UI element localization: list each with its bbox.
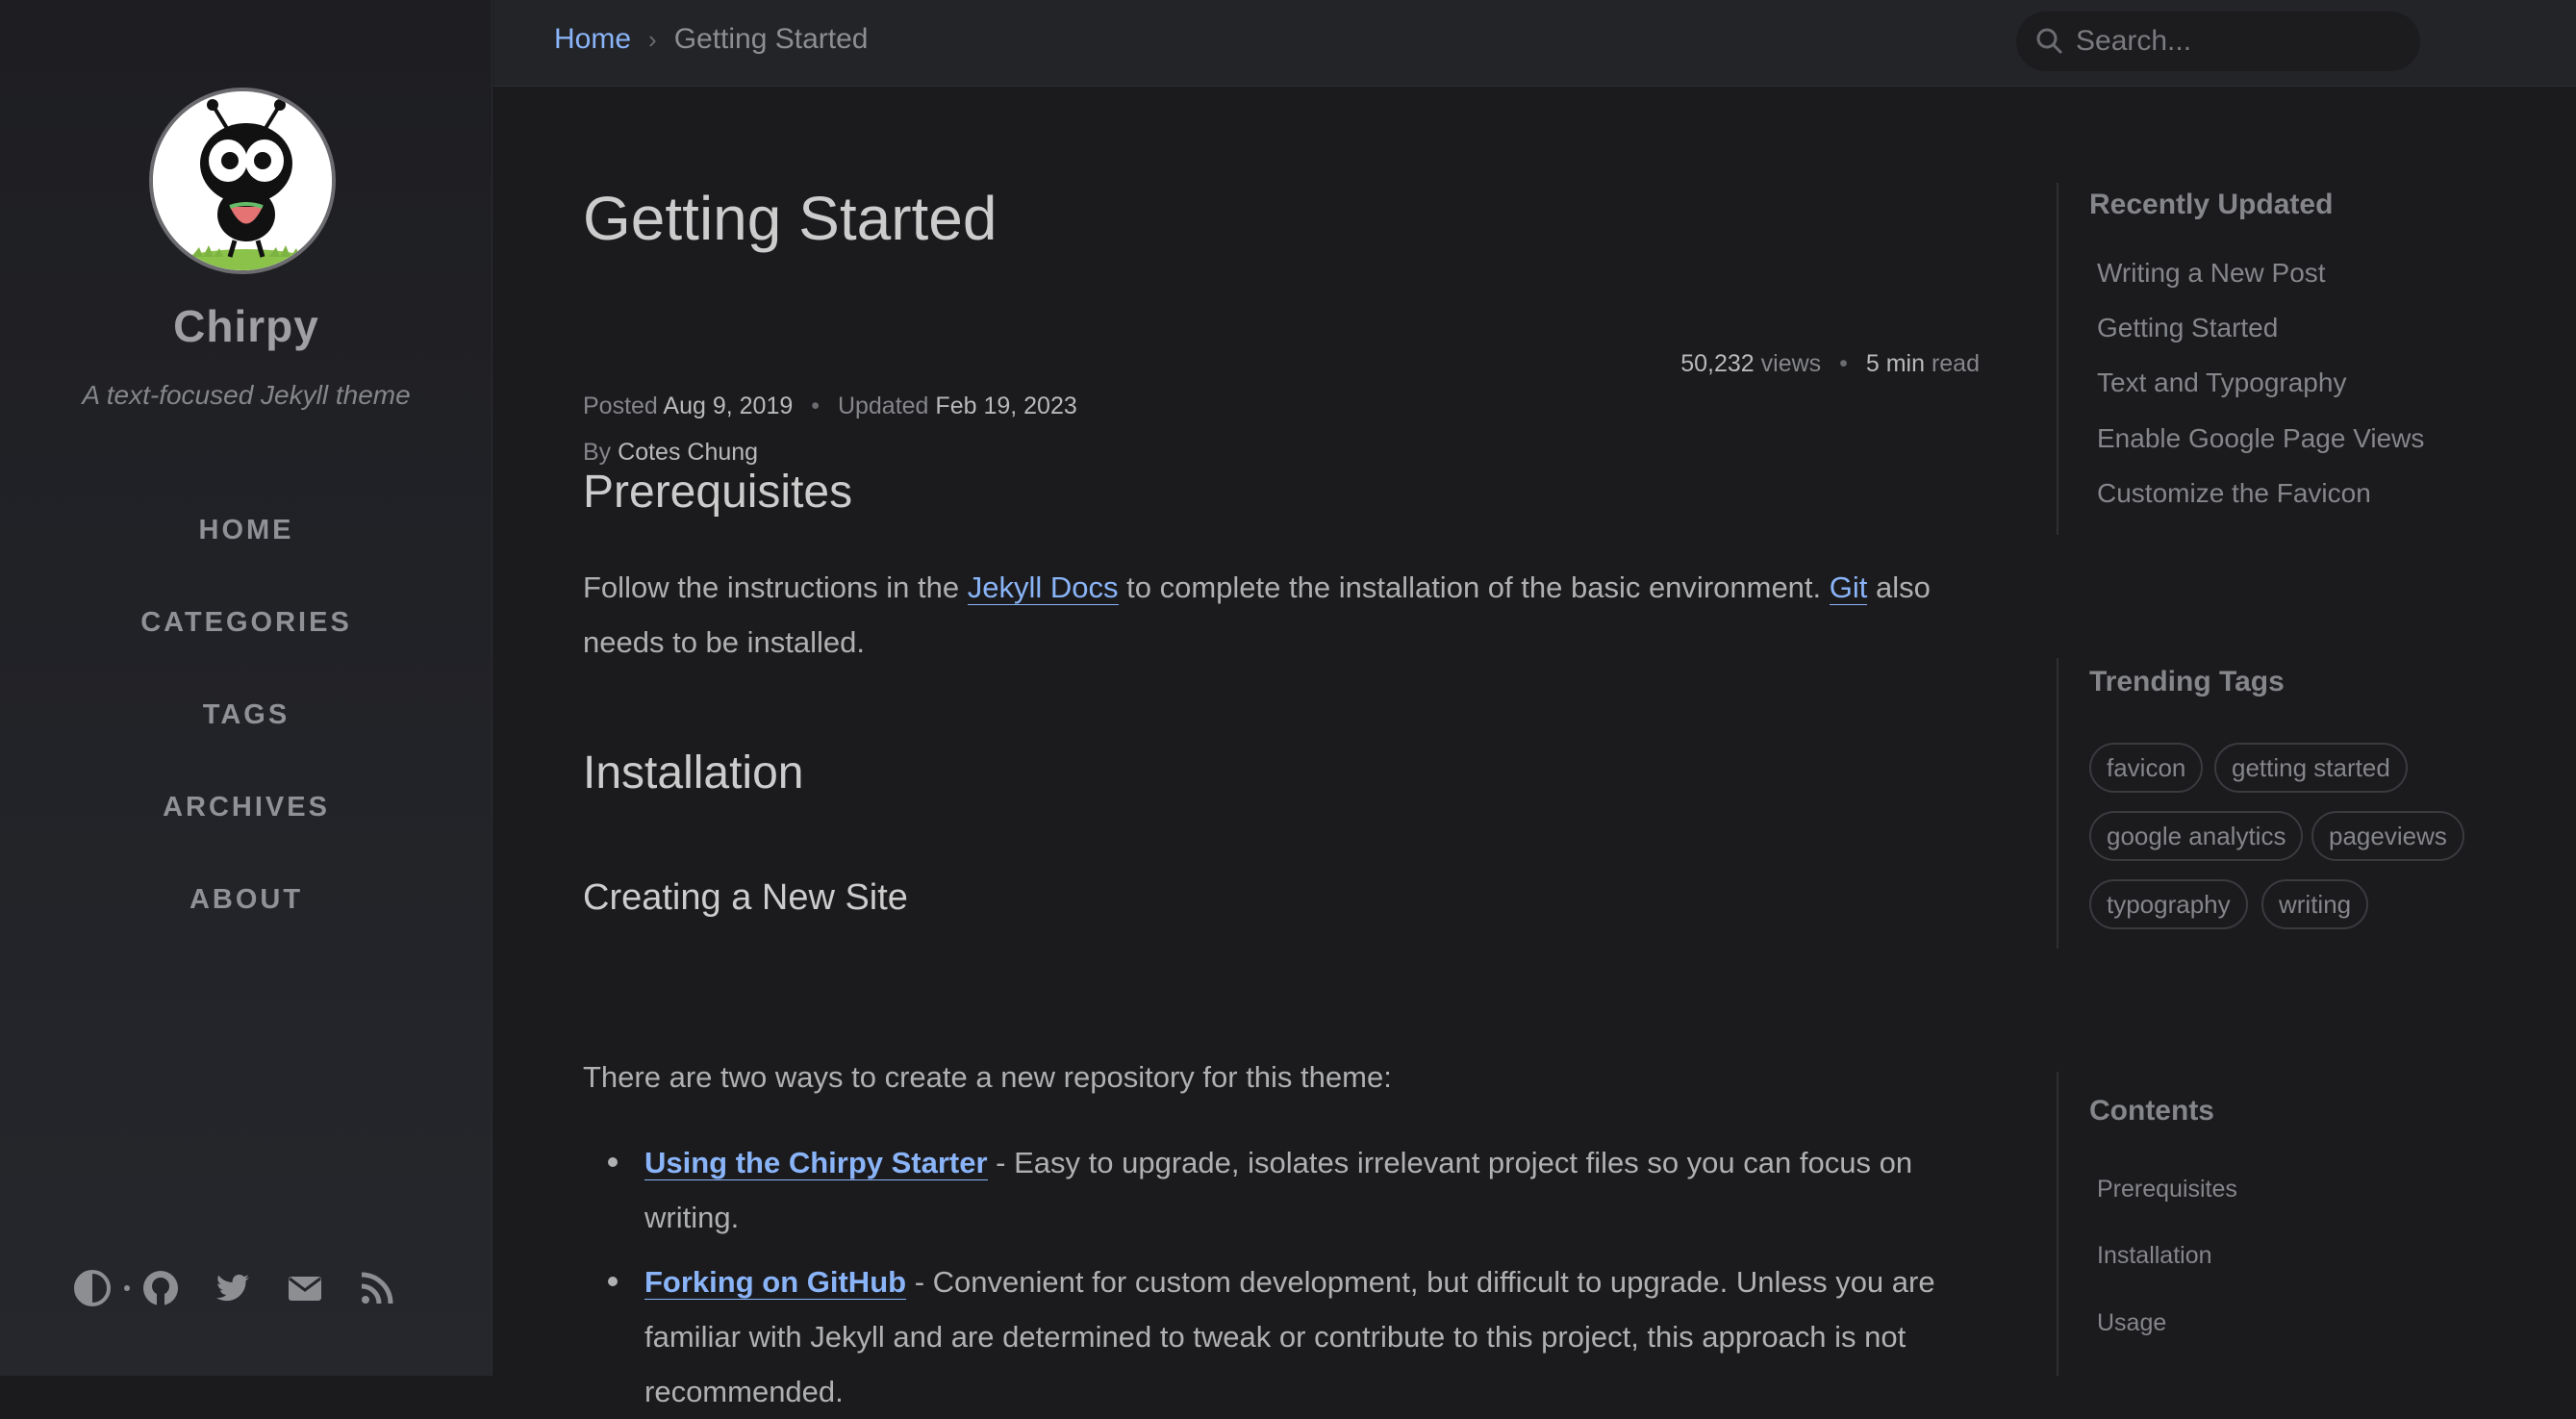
by-label: By — [583, 439, 612, 466]
trending-tags: Trending Tags favicon getting started go… — [2057, 658, 2464, 949]
tag-writing[interactable]: writing — [2261, 879, 2369, 929]
sidebar: Chirpy A text-focused Jekyll theme HOME … — [0, 0, 492, 1376]
views-label: views — [1760, 350, 1822, 377]
tag-favicon[interactable]: favicon — [2089, 743, 2204, 793]
jekyll-docs-link[interactable]: Jekyll Docs — [967, 570, 1119, 605]
twitter-icon[interactable] — [210, 1264, 257, 1312]
right-panel: Recently Updated Writing a New Post Gett… — [2057, 0, 2576, 1376]
git-link[interactable]: Git — [1829, 570, 1868, 605]
post-author: By Cotes Chung — [583, 439, 758, 467]
rss-icon[interactable] — [353, 1264, 400, 1312]
bullet — [608, 1157, 618, 1167]
site-subtitle: A text-focused Jekyll theme — [82, 380, 411, 410]
meta-separator: • — [811, 393, 820, 419]
sidebar-bottom-icons — [69, 1262, 425, 1314]
toc-item-installation[interactable]: Installation — [2097, 1242, 2212, 1270]
post-stats: 50,232 views • 5 min read — [1680, 350, 1980, 378]
list-item: Using the Chirpy Starter - Easy to upgra… — [608, 1135, 1980, 1245]
theme-toggle-icon[interactable] — [69, 1264, 116, 1312]
heading-installation: Installation — [583, 748, 804, 798]
table-of-contents: Contents Prerequisites Installation Usag… — [2057, 1072, 2237, 1376]
paragraph-text: Follow the instructions in the — [583, 570, 968, 604]
nav-item-home[interactable]: HOME — [0, 515, 492, 546]
recently-updated-heading: Recently Updated — [2089, 189, 2334, 220]
tag-getting-started[interactable]: getting started — [2214, 743, 2408, 793]
heading-creating-new-site: Creating a New Site — [583, 877, 908, 918]
updated-date: Feb 19, 2023 — [935, 393, 1077, 419]
author-name[interactable]: Cotes Chung — [618, 439, 758, 466]
heading-prerequisites: Prerequisites — [583, 467, 853, 518]
nav-item-archives[interactable]: ARCHIVES — [0, 792, 492, 824]
nav-item-about[interactable]: ABOUT — [0, 884, 492, 916]
github-icon[interactable] — [138, 1264, 185, 1312]
recent-post-link[interactable]: Enable Google Page Views — [2097, 423, 2424, 454]
list-item: Forking on GitHub - Convenient for custo… — [608, 1254, 1980, 1419]
meta-separator: • — [1839, 350, 1848, 377]
separator-dot — [123, 1285, 130, 1291]
chirpy-starter-link[interactable]: Using the Chirpy Starter — [644, 1146, 988, 1180]
recent-post-link[interactable]: Writing a New Post — [2097, 258, 2326, 289]
breadcrumb-home-link[interactable]: Home — [554, 23, 631, 56]
breadcrumb-separator: › — [648, 24, 657, 54]
updated-label: Updated — [837, 393, 929, 419]
nav-item-categories[interactable]: CATEGORIES — [0, 607, 492, 639]
posted-date: Aug 9, 2019 — [663, 393, 794, 419]
forking-github-link[interactable]: Forking on GitHub — [644, 1265, 907, 1300]
tag-pageviews[interactable]: pageviews — [2311, 811, 2464, 861]
trending-tags-heading: Trending Tags — [2089, 666, 2285, 697]
paragraph-two-ways: There are two ways to create a new repos… — [583, 1060, 1392, 1094]
ant-mascot-logo — [153, 91, 332, 270]
read-time: 5 min — [1865, 350, 1925, 377]
views-count: 50,232 — [1680, 350, 1755, 377]
post-dates: Posted Aug 9, 2019 • Updated Feb 19, 202… — [583, 393, 1077, 420]
contents-heading: Contents — [2089, 1095, 2214, 1127]
bullet — [608, 1277, 618, 1286]
recent-post-link[interactable]: Getting Started — [2097, 313, 2278, 343]
nav-item-tags[interactable]: TAGS — [0, 699, 492, 731]
breadcrumb-current: Getting Started — [673, 23, 869, 55]
breadcrumb: Home › Getting Started — [554, 23, 869, 56]
paragraph-text: to complete the installation of the basi… — [1118, 570, 1830, 604]
post-title: Getting Started — [583, 184, 998, 253]
paragraph-prerequisites: Follow the instructions in the Jekyll Do… — [583, 560, 1980, 670]
tag-google-analytics[interactable]: google analytics — [2089, 811, 2304, 861]
recent-post-link[interactable]: Text and Typography — [2097, 367, 2346, 398]
toc-item-prerequisites[interactable]: Prerequisites — [2097, 1176, 2237, 1204]
email-icon[interactable] — [281, 1264, 328, 1312]
avatar[interactable] — [149, 88, 336, 274]
posted-label: Posted — [583, 393, 658, 419]
site-title[interactable]: Chirpy — [0, 300, 492, 352]
tag-typography[interactable]: typography — [2089, 879, 2248, 929]
recent-post-link[interactable]: Customize the Favicon — [2097, 478, 2371, 509]
toc-item-usage[interactable]: Usage — [2097, 1309, 2166, 1337]
read-label: read — [1931, 350, 1980, 377]
recently-updated: Recently Updated Writing a New Post Gett… — [2057, 183, 2424, 535]
